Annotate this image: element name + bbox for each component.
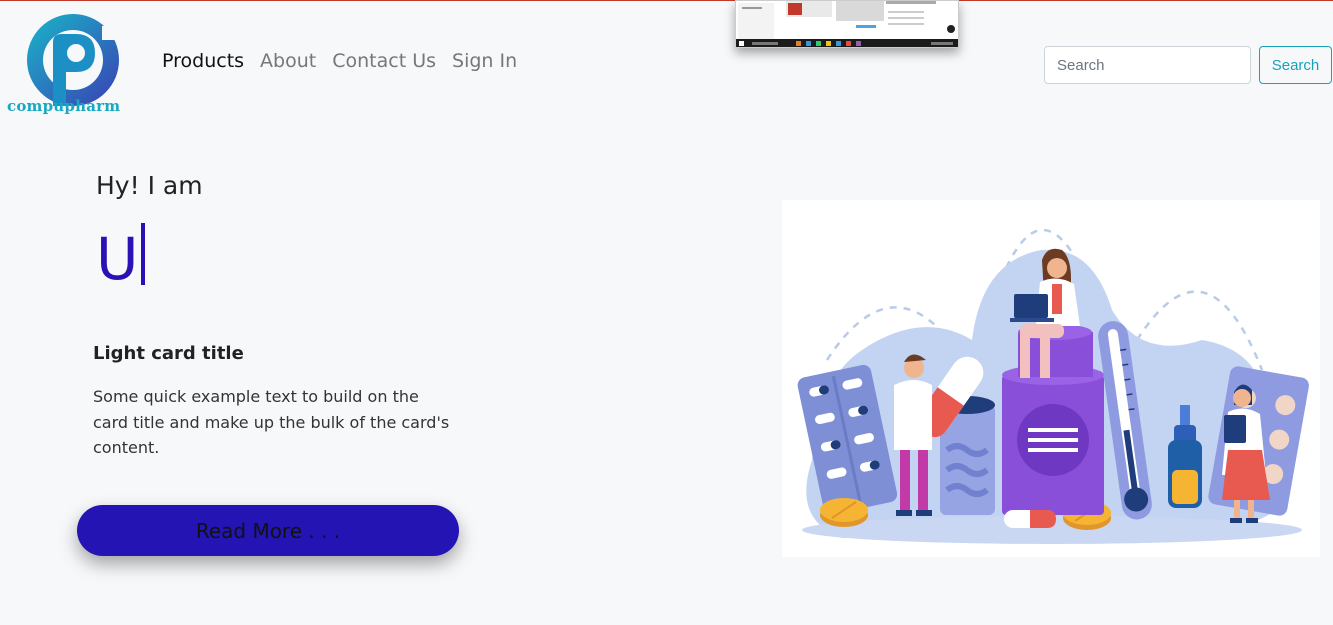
screenshot-thumbnail-icon (736, 1, 958, 47)
main-nav: Products About Contact Us Sign In (162, 50, 517, 72)
card-title: Light card title (93, 343, 244, 364)
hero-greeting: Hy! I am (96, 171, 203, 200)
typed-text-value: U (96, 225, 139, 293)
typed-text: U (96, 223, 146, 294)
brand-name: compupharm (7, 97, 121, 115)
search-input[interactable] (1044, 46, 1251, 84)
nav-item-sign-in[interactable]: Sign In (452, 50, 517, 72)
read-more-button[interactable]: Read More . . . (77, 505, 459, 556)
top-border (0, 0, 1333, 1)
nav-item-about[interactable]: About (260, 50, 316, 72)
text-cursor (141, 223, 146, 285)
nav-item-contact-us[interactable]: Contact Us (332, 50, 436, 72)
search-button[interactable]: Search (1259, 46, 1332, 84)
window-preview-thumbnail[interactable] (735, 0, 959, 48)
nav-item-products[interactable]: Products (162, 50, 244, 72)
pharmacy-illustration (782, 200, 1320, 557)
card-text: Some quick example text to build on the … (93, 387, 450, 457)
